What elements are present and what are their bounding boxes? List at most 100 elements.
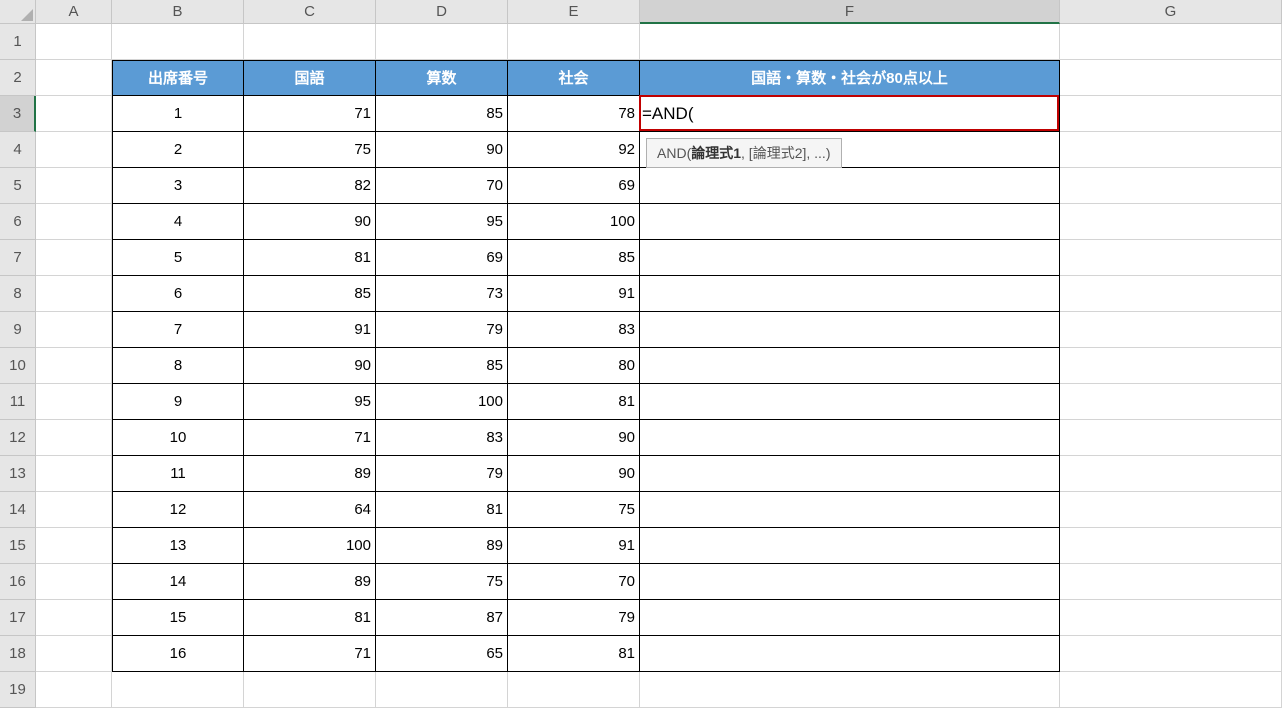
cell-G15[interactable]: [1060, 528, 1282, 564]
cell-E8[interactable]: 91: [508, 276, 640, 312]
column-header-D[interactable]: D: [376, 0, 508, 24]
cell-D9[interactable]: 79: [376, 312, 508, 348]
cell-A2[interactable]: [36, 60, 112, 96]
cell-D3[interactable]: 85: [376, 96, 508, 132]
cell-A5[interactable]: [36, 168, 112, 204]
cell-C4[interactable]: 75: [244, 132, 376, 168]
cell-B11[interactable]: 9: [112, 384, 244, 420]
cell-B16[interactable]: 14: [112, 564, 244, 600]
cell-G16[interactable]: [1060, 564, 1282, 600]
spreadsheet-grid[interactable]: ABCDEFG 12出席番号国語算数社会国語・算数・社会が80点以上317185…: [0, 0, 1282, 722]
cell-A15[interactable]: [36, 528, 112, 564]
cell-D8[interactable]: 73: [376, 276, 508, 312]
column-header-G[interactable]: G: [1060, 0, 1282, 24]
cell-F17[interactable]: [640, 600, 1060, 636]
cell-D19[interactable]: [376, 672, 508, 708]
cell-B14[interactable]: 12: [112, 492, 244, 528]
cell-A19[interactable]: [36, 672, 112, 708]
cell-G11[interactable]: [1060, 384, 1282, 420]
cell-E16[interactable]: 70: [508, 564, 640, 600]
cell-G12[interactable]: [1060, 420, 1282, 456]
cell-B8[interactable]: 6: [112, 276, 244, 312]
cell-G14[interactable]: [1060, 492, 1282, 528]
cell-E7[interactable]: 85: [508, 240, 640, 276]
cell-B5[interactable]: 3: [112, 168, 244, 204]
cell-E13[interactable]: 90: [508, 456, 640, 492]
cell-B12[interactable]: 10: [112, 420, 244, 456]
row-header-5[interactable]: 5: [0, 168, 36, 204]
row-header-12[interactable]: 12: [0, 420, 36, 456]
row-header-3[interactable]: 3: [0, 96, 36, 132]
row-header-16[interactable]: 16: [0, 564, 36, 600]
row-header-6[interactable]: 6: [0, 204, 36, 240]
column-header-B[interactable]: B: [112, 0, 244, 24]
column-header-F[interactable]: F: [640, 0, 1060, 24]
row-header-10[interactable]: 10: [0, 348, 36, 384]
cell-G3[interactable]: [1060, 96, 1282, 132]
column-header-A[interactable]: A: [36, 0, 112, 24]
cell-E19[interactable]: [508, 672, 640, 708]
cell-C16[interactable]: 89: [244, 564, 376, 600]
cell-A11[interactable]: [36, 384, 112, 420]
cell-C17[interactable]: 81: [244, 600, 376, 636]
cell-F15[interactable]: [640, 528, 1060, 564]
cell-F16[interactable]: [640, 564, 1060, 600]
cell-G5[interactable]: [1060, 168, 1282, 204]
cell-F8[interactable]: [640, 276, 1060, 312]
cell-C18[interactable]: 71: [244, 636, 376, 672]
row-header-4[interactable]: 4: [0, 132, 36, 168]
cell-C7[interactable]: 81: [244, 240, 376, 276]
cell-E12[interactable]: 90: [508, 420, 640, 456]
cell-B17[interactable]: 15: [112, 600, 244, 636]
cell-C19[interactable]: [244, 672, 376, 708]
cell-B19[interactable]: [112, 672, 244, 708]
cell-E9[interactable]: 83: [508, 312, 640, 348]
row-header-14[interactable]: 14: [0, 492, 36, 528]
cell-E17[interactable]: 79: [508, 600, 640, 636]
cell-C12[interactable]: 71: [244, 420, 376, 456]
cell-G1[interactable]: [1060, 24, 1282, 60]
cell-A3[interactable]: [36, 96, 112, 132]
cell-B7[interactable]: 5: [112, 240, 244, 276]
row-header-9[interactable]: 9: [0, 312, 36, 348]
cell-E11[interactable]: 81: [508, 384, 640, 420]
cell-D17[interactable]: 87: [376, 600, 508, 636]
cell-G4[interactable]: [1060, 132, 1282, 168]
cell-B3[interactable]: 1: [112, 96, 244, 132]
cell-F7[interactable]: [640, 240, 1060, 276]
cell-C11[interactable]: 95: [244, 384, 376, 420]
cell-G10[interactable]: [1060, 348, 1282, 384]
cell-F13[interactable]: [640, 456, 1060, 492]
cell-D18[interactable]: 65: [376, 636, 508, 672]
cell-F2[interactable]: 国語・算数・社会が80点以上: [640, 60, 1060, 96]
cell-C10[interactable]: 90: [244, 348, 376, 384]
cell-D4[interactable]: 90: [376, 132, 508, 168]
column-header-C[interactable]: C: [244, 0, 376, 24]
cell-C2[interactable]: 国語: [244, 60, 376, 96]
row-header-7[interactable]: 7: [0, 240, 36, 276]
row-header-15[interactable]: 15: [0, 528, 36, 564]
row-header-13[interactable]: 13: [0, 456, 36, 492]
cell-F3[interactable]: =AND(: [640, 96, 1060, 132]
select-all-corner[interactable]: [0, 0, 36, 24]
cell-C3[interactable]: 71: [244, 96, 376, 132]
cell-A9[interactable]: [36, 312, 112, 348]
cell-E10[interactable]: 80: [508, 348, 640, 384]
cell-B9[interactable]: 7: [112, 312, 244, 348]
cell-B6[interactable]: 4: [112, 204, 244, 240]
cell-G6[interactable]: [1060, 204, 1282, 240]
row-header-2[interactable]: 2: [0, 60, 36, 96]
cell-A13[interactable]: [36, 456, 112, 492]
cell-E2[interactable]: 社会: [508, 60, 640, 96]
cell-E6[interactable]: 100: [508, 204, 640, 240]
cell-F10[interactable]: [640, 348, 1060, 384]
cell-F5[interactable]: [640, 168, 1060, 204]
cell-C13[interactable]: 89: [244, 456, 376, 492]
cell-A6[interactable]: [36, 204, 112, 240]
cell-F19[interactable]: [640, 672, 1060, 708]
cell-G8[interactable]: [1060, 276, 1282, 312]
cell-G2[interactable]: [1060, 60, 1282, 96]
cell-C15[interactable]: 100: [244, 528, 376, 564]
cell-D1[interactable]: [376, 24, 508, 60]
cell-F18[interactable]: [640, 636, 1060, 672]
